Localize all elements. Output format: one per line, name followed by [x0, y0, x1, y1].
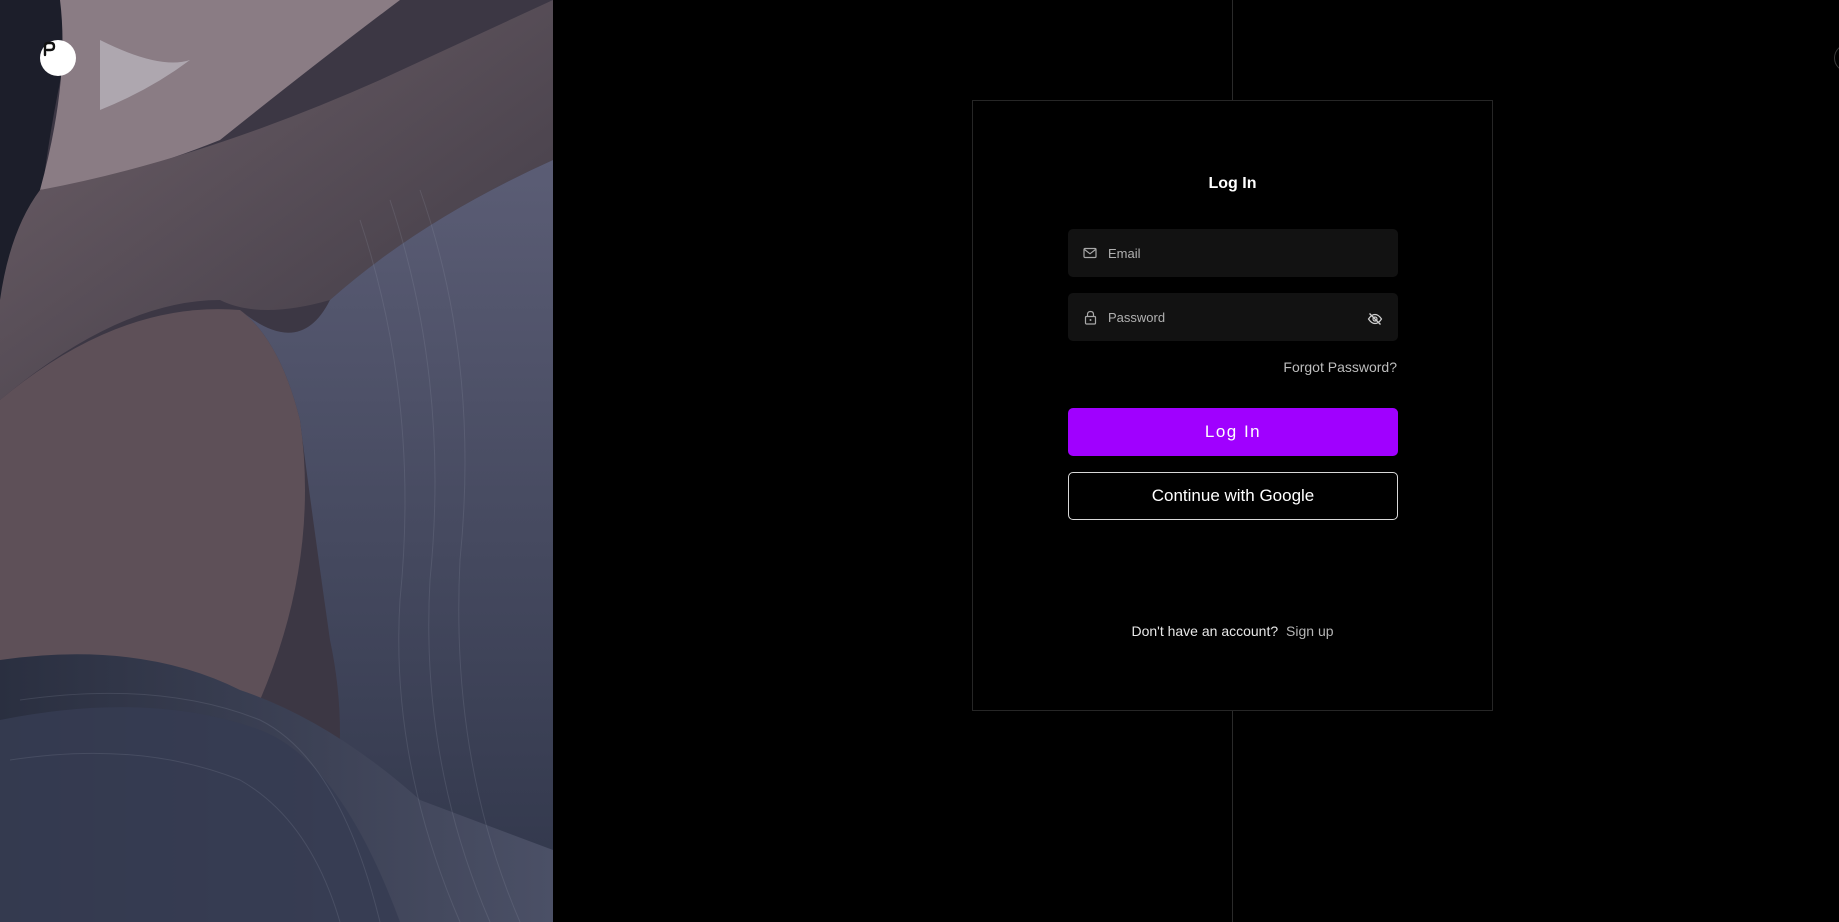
password-field[interactable]: [1068, 293, 1398, 341]
eye-off-icon[interactable]: [1366, 310, 1384, 328]
login-page: Log In Email Forgot Password? Log In Con…: [0, 0, 1839, 922]
lock-icon: [1082, 309, 1098, 325]
password-input[interactable]: [1108, 293, 1358, 341]
signup-prompt: Don't have an account?: [1131, 623, 1279, 639]
login-card: Log In Email Forgot Password? Log In Con…: [972, 100, 1493, 711]
login-title: Log In: [1208, 175, 1257, 192]
hero-image: [0, 0, 553, 922]
email-field[interactable]: [1068, 229, 1398, 277]
continue-with-google-button[interactable]: Continue with Google: [1068, 472, 1398, 520]
forgot-password-link[interactable]: Forgot Password?: [1283, 359, 1397, 375]
login-button[interactable]: Log In: [1068, 408, 1398, 456]
mail-icon: [1082, 245, 1098, 261]
signup-row: Don't have an account? Sign up: [973, 623, 1492, 639]
email-input[interactable]: [1108, 229, 1384, 277]
signup-link[interactable]: Sign up: [1286, 623, 1333, 639]
edge-circle-icon[interactable]: [1834, 44, 1839, 72]
app-logo[interactable]: [40, 40, 76, 76]
